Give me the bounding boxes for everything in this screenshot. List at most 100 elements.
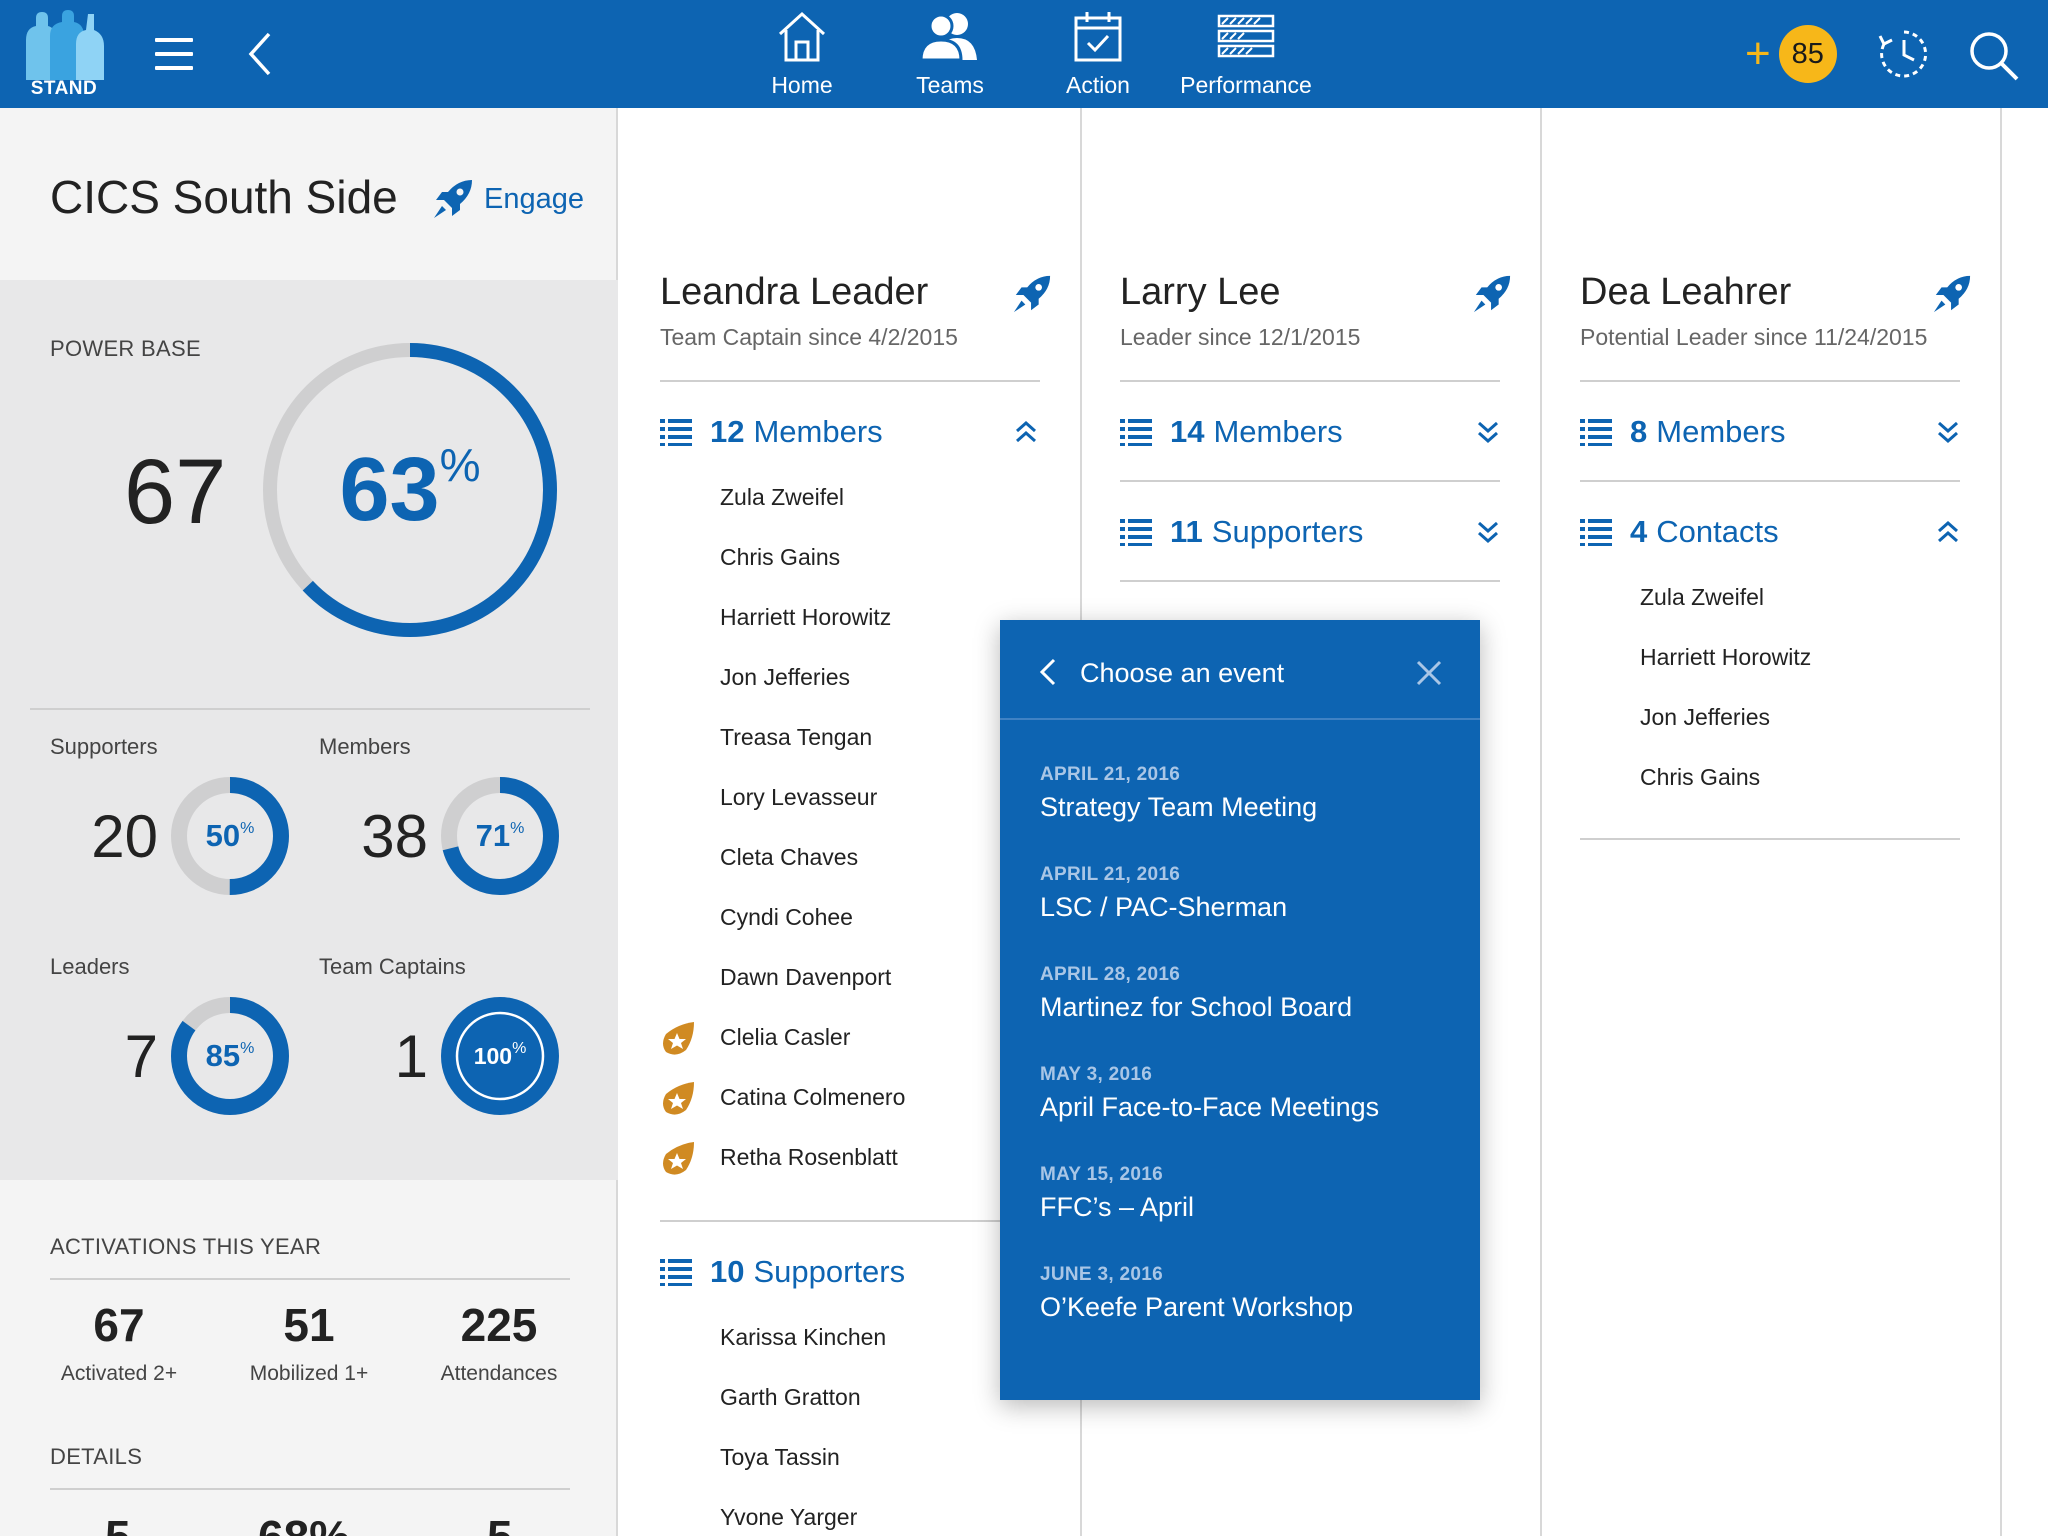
rocket-icon[interactable] [1012, 274, 1052, 314]
divider [30, 708, 590, 710]
leader-name: Dea Leahrer [1580, 271, 1792, 313]
contacts-group-header[interactable]: 4 Contacts [1580, 512, 1779, 552]
logo-text: STAND [30, 78, 98, 99]
member-item[interactable]: Zula Zweifel [720, 484, 844, 511]
nav-action[interactable]: Action [1058, 10, 1138, 102]
expand-chevron-icon[interactable] [1476, 520, 1500, 544]
group-count: 12 [710, 414, 745, 449]
contact-item[interactable]: Harriett Horowitz [1640, 644, 1811, 671]
detail-value: 68% [258, 1510, 350, 1536]
activation-value: 67 [93, 1299, 145, 1351]
activations-label: ACTIVATIONS THIS YEAR [50, 1234, 322, 1259]
stand-logo[interactable]: STAND [22, 10, 106, 100]
history-icon[interactable] [1878, 28, 1930, 80]
event-item[interactable]: MAY 15, 2016 FFC’s – April [1040, 1164, 1460, 1223]
expand-chevron-icon[interactable] [1936, 420, 1960, 444]
nav-teams-label: Teams [916, 72, 984, 98]
plus-icon: + [1745, 29, 1771, 78]
member-item[interactable]: Retha Rosenblatt [720, 1144, 898, 1171]
points-display[interactable]: + 85 [1745, 22, 1837, 86]
member-item[interactable]: Lory Levasseur [720, 784, 877, 811]
supporter-item[interactable]: Karissa Kinchen [720, 1324, 886, 1351]
menu-icon[interactable] [155, 38, 193, 70]
activation-stat: 67 Activated 2+ [24, 1298, 214, 1386]
school-title: CICS South Side [50, 171, 398, 223]
event-item[interactable]: APRIL 21, 2016 LSC / PAC-Sherman [1040, 864, 1460, 923]
members-group-header[interactable]: 14 Members [1120, 412, 1343, 452]
contact-item[interactable]: Zula Zweifel [1640, 584, 1764, 611]
supporters-percent-sign: % [240, 820, 255, 837]
group-count: 10 [710, 1254, 745, 1289]
member-item[interactable]: Cleta Chaves [720, 844, 858, 871]
engage-button[interactable]: Engage [432, 178, 584, 220]
supporter-item[interactable]: Toya Tassin [720, 1444, 840, 1471]
contact-item[interactable]: Jon Jefferies [1640, 704, 1770, 731]
collapse-chevron-icon[interactable] [1014, 420, 1038, 444]
event-item[interactable]: JUNE 3, 2016 O’Keefe Parent Workshop [1040, 1264, 1460, 1323]
group-label: Members [1213, 414, 1343, 449]
list-icon [1120, 419, 1152, 446]
event-item[interactable]: MAY 3, 2016 April Face-to-Face Meetings [1040, 1064, 1460, 1123]
divider [660, 1220, 1040, 1222]
leaders-percent: 85% [170, 996, 290, 1116]
event-item[interactable]: APRIL 21, 2016 Strategy Team Meeting [1040, 764, 1460, 823]
collapse-chevron-icon[interactable] [1936, 520, 1960, 544]
leader-column: Dea Leahrer Potential Leader since 11/24… [1542, 108, 2002, 1536]
member-item[interactable]: Jon Jefferies [720, 664, 850, 691]
divider [50, 1278, 570, 1280]
back-chevron-icon[interactable] [1038, 658, 1058, 686]
members-group-header[interactable]: 8 Members [1580, 412, 1785, 452]
member-item[interactable]: Treasa Tengan [720, 724, 872, 751]
supporter-item[interactable]: Yvone Yarger [720, 1504, 857, 1531]
nav-teams[interactable]: Teams [904, 10, 996, 102]
popup-title: Choose an event [1080, 658, 1285, 688]
nav-performance[interactable]: Performance [1172, 10, 1320, 102]
search-icon[interactable] [1968, 30, 2020, 82]
stat-members-label: Members [319, 734, 411, 759]
group-count: 4 [1630, 514, 1648, 549]
list-icon [660, 419, 692, 446]
event-date: APRIL 28, 2016 [1040, 964, 1181, 985]
supporters-group-header[interactable]: 10 Supporters [660, 1252, 905, 1292]
member-item[interactable]: Harriett Horowitz [720, 604, 891, 631]
expand-chevron-icon[interactable] [1476, 420, 1500, 444]
nav-home[interactable]: Home [760, 10, 844, 102]
stat-supporters: Supporters [50, 734, 158, 760]
event-date: APRIL 21, 2016 [1040, 864, 1181, 885]
divider [1580, 380, 1960, 382]
supporters-percent: 50% [170, 776, 290, 896]
rocket-icon[interactable] [1472, 274, 1512, 314]
members-percent: 71% [440, 776, 560, 896]
power-base-count: 67 [124, 441, 227, 543]
star-badge-icon [663, 1082, 694, 1115]
event-date: MAY 15, 2016 [1040, 1164, 1163, 1185]
contact-item[interactable]: Chris Gains [1640, 764, 1760, 791]
event-item[interactable]: APRIL 28, 2016 Martinez for School Board [1040, 964, 1460, 1023]
school-summary-panel: CICS South Side Engage POWER BASE 67 63 … [0, 108, 618, 1536]
points-badge: 85 [1778, 25, 1837, 83]
group-label: Members [1656, 414, 1786, 449]
member-item[interactable]: Dawn Davenport [720, 964, 891, 991]
member-item[interactable]: Cyndi Cohee [720, 904, 853, 931]
supporters-percent-value: 50 [205, 818, 241, 853]
divider [1120, 480, 1500, 482]
members-group-header[interactable]: 12 Members [660, 412, 883, 452]
back-chevron-icon[interactable] [245, 30, 275, 78]
activation-caption: Mobilized 1+ [249, 1362, 369, 1385]
event-name: Strategy Team Meeting [1040, 792, 1318, 822]
leader-name: Larry Lee [1120, 271, 1281, 313]
supporters-group-header[interactable]: 11 Supporters [1120, 512, 1363, 552]
stat-leaders: Leaders [50, 954, 130, 980]
supporter-item[interactable]: Garth Gratton [720, 1384, 861, 1411]
member-item[interactable]: Chris Gains [720, 544, 840, 571]
leaders-percent-sign: % [240, 1040, 255, 1057]
member-item[interactable]: Clelia Casler [720, 1024, 850, 1051]
power-base-percent-value: 63 [339, 439, 440, 540]
team-captains-percent-sign: % [512, 1040, 527, 1057]
close-icon[interactable] [1416, 660, 1442, 686]
nav-action-label: Action [1066, 72, 1130, 98]
engage-label: Engage [484, 182, 584, 215]
member-item[interactable]: Catina Colmenero [720, 1084, 905, 1111]
rocket-icon[interactable] [1932, 274, 1972, 314]
stat-supporters-label: Supporters [50, 734, 158, 759]
